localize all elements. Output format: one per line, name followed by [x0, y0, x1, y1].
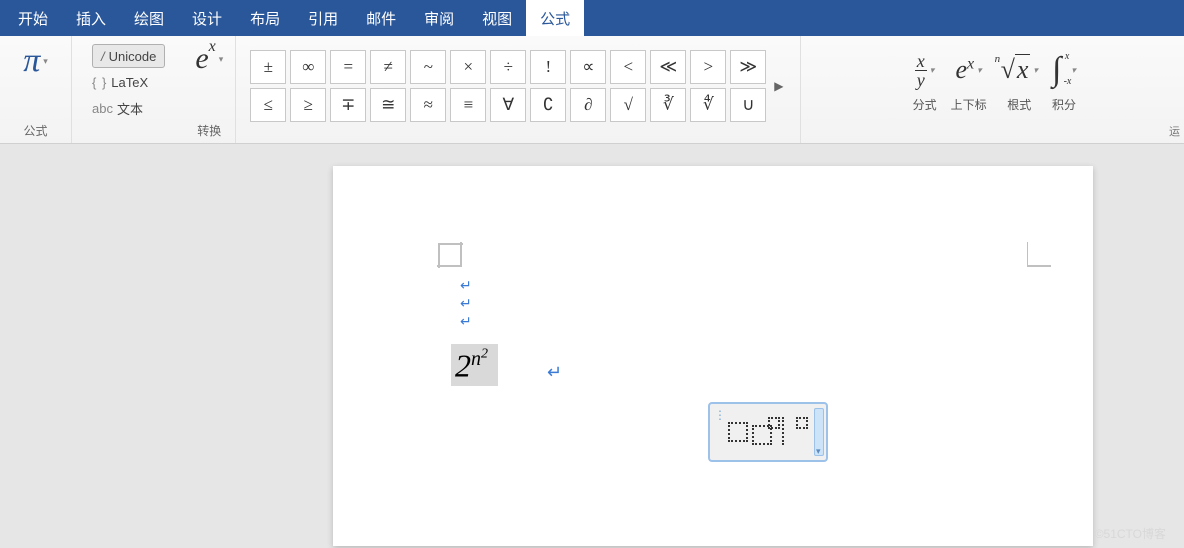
symbol-gallery-next[interactable]: ▶	[772, 79, 785, 93]
symbol-0[interactable]: ±	[250, 50, 286, 84]
group-label-conversion: 转换	[197, 122, 221, 139]
symbol-8[interactable]: ∝	[570, 50, 606, 84]
tab-审阅[interactable]: 审阅	[410, 0, 468, 36]
margin-corner-tl2	[437, 242, 463, 268]
latex-label: LaTeX	[111, 75, 148, 90]
script-icon: ex ▾	[955, 46, 981, 94]
symbol-4[interactable]: ~	[410, 50, 446, 84]
symbol-2[interactable]: =	[330, 50, 366, 84]
symbol-5[interactable]: ×	[450, 50, 486, 84]
latex-button[interactable]: { } LaTeX	[92, 70, 165, 94]
symbol-11[interactable]: >	[690, 50, 726, 84]
symbol-20[interactable]: ∁	[530, 88, 566, 122]
symbol-24[interactable]: ∜	[690, 88, 726, 122]
tab-视图[interactable]: 视图	[468, 0, 526, 36]
chevron-down-icon: ▾	[1033, 65, 1038, 76]
group-symbols: ±∞=≠~×÷!∝<≪>≫ ≤≥∓≅≈≡∀∁∂√∛∜∪ ▶	[236, 36, 800, 143]
watermark: ©51CTO博客	[1095, 525, 1166, 542]
placeholder-box-icon	[728, 422, 748, 442]
integral-icon: ∫ x -x ▾	[1052, 46, 1076, 94]
symbol-6[interactable]: ÷	[490, 50, 526, 84]
page[interactable]: ↵↵↵ 2n2 ↵	[333, 166, 1093, 546]
pi-icon: π	[23, 42, 40, 80]
ribbon: π ▾ 公式 / Unicode { } LaTeX abc 文本 ex	[0, 36, 1184, 144]
symbol-10[interactable]: ≪	[650, 50, 686, 84]
tab-公式[interactable]: 公式	[526, 0, 584, 36]
panel-dropdown-handle[interactable]	[814, 408, 824, 456]
latex-prefix: { }	[92, 75, 107, 90]
symbol-13[interactable]: ≤	[250, 88, 286, 122]
symbol-19[interactable]: ∀	[490, 88, 526, 122]
equation-content[interactable]: 2n2	[451, 344, 498, 386]
tab-邮件[interactable]: 邮件	[352, 0, 410, 36]
radical-icon: n √x ▾	[1001, 46, 1038, 94]
tab-布局[interactable]: 布局	[236, 0, 294, 36]
group-equation: π ▾ 公式	[0, 36, 72, 143]
group-conversion: / Unicode { } LaTeX abc 文本 ex ▾ 转换	[72, 36, 236, 143]
unicode-label: Unicode	[109, 49, 157, 64]
chevron-down-icon: ▾	[1071, 65, 1076, 76]
script-button[interactable]: ex ▾ 上下标	[951, 46, 987, 113]
unicode-button[interactable]: / Unicode	[92, 44, 165, 68]
chevron-down-icon: ▾	[219, 54, 224, 65]
chevron-down-icon: ▾	[930, 65, 935, 76]
tab-设计[interactable]: 设计	[178, 0, 236, 36]
radical-button[interactable]: n √x ▾ 根式	[1001, 46, 1038, 113]
tab-插入[interactable]: 插入	[62, 0, 120, 36]
convert-button[interactable]: ex ▾	[193, 40, 225, 78]
text-label: 文本	[117, 99, 143, 118]
symbol-21[interactable]: ∂	[570, 88, 606, 122]
ribbon-tabs: 开始插入绘图设计布局引用邮件审阅视图公式	[0, 0, 1184, 36]
conversion-options: / Unicode { } LaTeX abc 文本	[82, 40, 175, 139]
return-mark: ↵	[547, 362, 562, 383]
chevron-down-icon: ▾	[43, 56, 48, 67]
fraction-button[interactable]: xy ▾ 分式	[913, 46, 937, 113]
text-button[interactable]: abc 文本	[92, 96, 165, 120]
symbol-1[interactable]: ∞	[290, 50, 326, 84]
superscript-template-icon	[752, 419, 778, 445]
fraction-icon: xy ▾	[915, 46, 935, 94]
integral-button[interactable]: ∫ x -x ▾ 积分	[1052, 46, 1076, 113]
symbol-23[interactable]: ∛	[650, 88, 686, 122]
symbol-22[interactable]: √	[610, 88, 646, 122]
margin-corner-tr	[1027, 242, 1053, 268]
symbol-18[interactable]: ≡	[450, 88, 486, 122]
symbol-grid: ±∞=≠~×÷!∝<≪>≫ ≤≥∓≅≈≡∀∁∂√∛∜∪	[250, 50, 766, 122]
unicode-prefix: /	[101, 49, 105, 64]
symbol-12[interactable]: ≫	[730, 50, 766, 84]
symbol-9[interactable]: <	[610, 50, 646, 84]
superscript-only-icon	[782, 419, 808, 445]
symbol-7[interactable]: !	[530, 50, 566, 84]
symbol-14[interactable]: ≥	[290, 88, 326, 122]
ex-icon: ex	[195, 42, 215, 76]
group-label-equation: 公式	[23, 122, 47, 139]
symbol-17[interactable]: ≈	[410, 88, 446, 122]
document-area[interactable]: ↵↵↵ 2n2 ↵ ©51CTO博客	[0, 144, 1184, 548]
group-structures: xy ▾ 分式 ex ▾ 上下标 n √x ▾	[801, 36, 1184, 143]
equation-options-panel[interactable]	[708, 402, 828, 462]
tab-开始[interactable]: 开始	[4, 0, 62, 36]
symbol-25[interactable]: ∪	[730, 88, 766, 122]
equation-button[interactable]: π ▾	[21, 40, 50, 82]
tab-绘图[interactable]: 绘图	[120, 0, 178, 36]
chevron-down-icon: ▾	[977, 65, 982, 76]
text-prefix: abc	[92, 101, 113, 116]
symbol-3[interactable]: ≠	[370, 50, 406, 84]
symbol-16[interactable]: ≅	[370, 88, 406, 122]
symbol-15[interactable]: ∓	[330, 88, 366, 122]
tab-引用[interactable]: 引用	[294, 0, 352, 36]
paragraph-marks: ↵↵↵	[460, 276, 472, 330]
